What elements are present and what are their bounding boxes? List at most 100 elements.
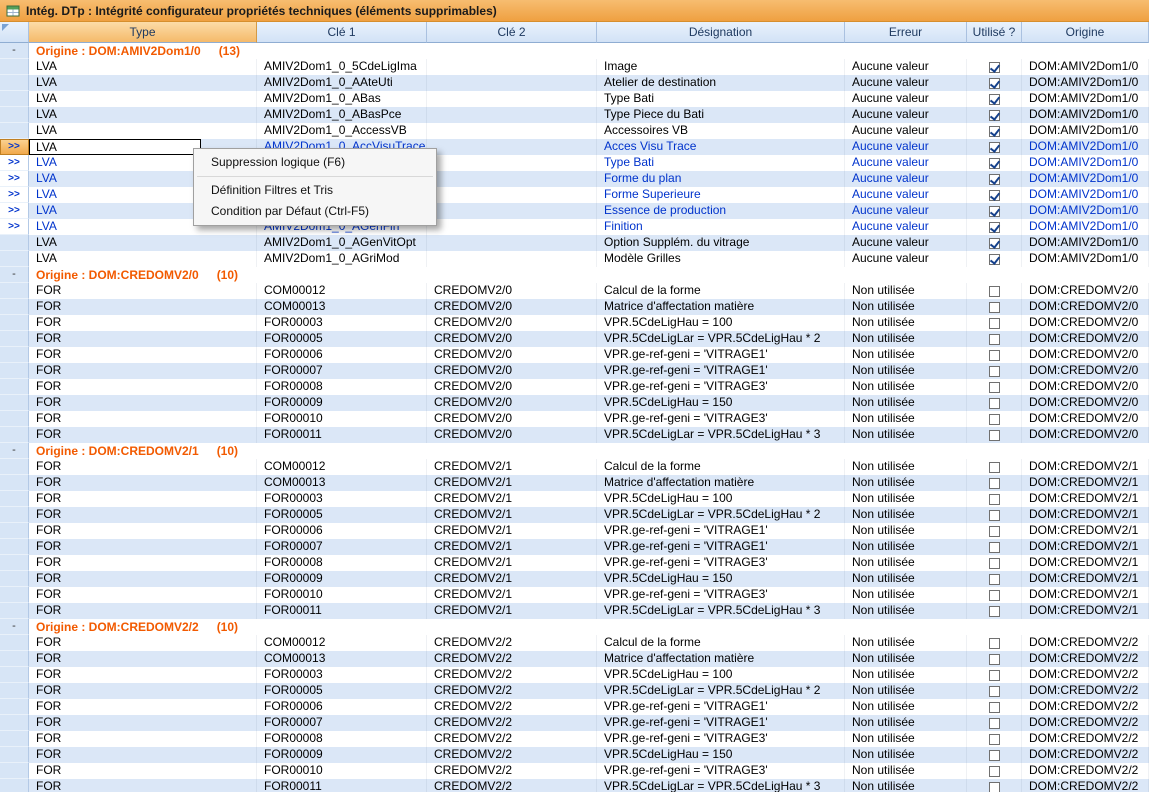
cell-erreur[interactable]: Non utilisée [845, 331, 967, 347]
cell-cle2[interactable]: CREDOMV2/1 [427, 571, 597, 587]
cell-origine[interactable]: DOM:CREDOMV2/1 [1022, 523, 1149, 539]
cell-origine[interactable]: DOM:CREDOMV2/2 [1022, 731, 1149, 747]
cell-origine[interactable]: DOM:CREDOMV2/0 [1022, 363, 1149, 379]
cell-type[interactable]: LVA [29, 235, 257, 251]
cell-erreur[interactable]: Non utilisée [845, 315, 967, 331]
cell-cle2[interactable]: CREDOMV2/0 [427, 315, 597, 331]
cell-erreur[interactable]: Aucune valeur [845, 235, 967, 251]
cell-type[interactable]: LVA [29, 75, 257, 91]
row-selector[interactable] [0, 427, 29, 443]
cell-designation[interactable]: Type Bati [597, 91, 845, 107]
cell-type[interactable]: FOR [29, 747, 257, 763]
cell-type[interactable]: LVA [29, 107, 257, 123]
cell-type[interactable]: FOR [29, 603, 257, 619]
used-checkbox[interactable] [989, 126, 1000, 137]
row-selector[interactable] [0, 491, 29, 507]
cell-cle2[interactable]: CREDOMV2/1 [427, 539, 597, 555]
row-selector[interactable] [0, 555, 29, 571]
row-selector[interactable] [0, 747, 29, 763]
cell-cle2[interactable]: CREDOMV2/2 [427, 763, 597, 779]
cell-origine[interactable]: DOM:AMIV2Dom1/0 [1022, 235, 1149, 251]
cell-cle2[interactable]: CREDOMV2/1 [427, 555, 597, 571]
cell-origine[interactable]: DOM:CREDOMV2/2 [1022, 667, 1149, 683]
cell-erreur[interactable]: Non utilisée [845, 283, 967, 299]
cell-type[interactable]: FOR [29, 715, 257, 731]
group-collapse-toggle[interactable]: - [0, 619, 29, 635]
cell-type[interactable]: FOR [29, 395, 257, 411]
cell-designation[interactable]: VPR.5CdeLigHau = 150 [597, 571, 845, 587]
cell-origine[interactable]: DOM:CREDOMV2/0 [1022, 347, 1149, 363]
row-selector[interactable] [0, 331, 29, 347]
cell-cle1[interactable]: FOR00011 [257, 779, 427, 792]
cell-erreur[interactable]: Non utilisée [845, 763, 967, 779]
cell-origine[interactable]: DOM:CREDOMV2/0 [1022, 427, 1149, 443]
cell-designation[interactable]: Accessoires VB [597, 123, 845, 139]
cell-origine[interactable]: DOM:AMIV2Dom1/0 [1022, 91, 1149, 107]
cell-cle2[interactable]: CREDOMV2/0 [427, 283, 597, 299]
cell-designation[interactable]: Essence de production [597, 203, 845, 219]
cell-cle1[interactable]: FOR00008 [257, 731, 427, 747]
used-checkbox[interactable] [989, 638, 1000, 649]
cell-cle2[interactable] [427, 59, 597, 75]
cell-cle2[interactable] [427, 235, 597, 251]
cell-cle2[interactable]: CREDOMV2/0 [427, 395, 597, 411]
cell-cle1[interactable]: FOR00007 [257, 539, 427, 555]
row-selector[interactable] [0, 123, 29, 139]
row-selector[interactable]: >> [0, 171, 29, 187]
used-checkbox[interactable] [989, 174, 1000, 185]
cell-cle1[interactable]: FOR00010 [257, 587, 427, 603]
cell-type[interactable]: FOR [29, 731, 257, 747]
cell-editor[interactable]: LVA [29, 139, 201, 155]
cell-origine[interactable]: DOM:CREDOMV2/2 [1022, 715, 1149, 731]
cell-type[interactable]: FOR [29, 379, 257, 395]
cell-erreur[interactable]: Aucune valeur [845, 203, 967, 219]
used-checkbox[interactable] [989, 158, 1000, 169]
cell-cle1[interactable]: AMIV2Dom1_0_ABasPce [257, 107, 427, 123]
cell-origine[interactable]: DOM:AMIV2Dom1/0 [1022, 155, 1149, 171]
cell-type[interactable]: FOR [29, 491, 257, 507]
cell-designation[interactable]: VPR.5CdeLigLar = VPR.5CdeLigHau * 3 [597, 603, 845, 619]
used-checkbox[interactable] [989, 302, 1000, 313]
cell-designation[interactable]: VPR.5CdeLigLar = VPR.5CdeLigHau * 2 [597, 331, 845, 347]
column-header-cle1[interactable]: Clé 1 [257, 22, 427, 43]
cell-type[interactable]: FOR [29, 363, 257, 379]
used-checkbox[interactable] [989, 526, 1000, 537]
cell-cle2[interactable]: CREDOMV2/0 [427, 347, 597, 363]
cell-type[interactable]: FOR [29, 523, 257, 539]
menu-item-suppression-logique[interactable]: Suppression logique (F6) [195, 152, 435, 173]
cell-erreur[interactable]: Non utilisée [845, 731, 967, 747]
menu-item-definition-filtres-et-tris[interactable]: Définition Filtres et Tris [195, 180, 435, 201]
cell-type[interactable]: FOR [29, 667, 257, 683]
used-checkbox[interactable] [989, 62, 1000, 73]
cell-erreur[interactable]: Non utilisée [845, 555, 967, 571]
cell-erreur[interactable]: Non utilisée [845, 715, 967, 731]
cell-erreur[interactable]: Aucune valeur [845, 187, 967, 203]
cell-origine[interactable]: DOM:CREDOMV2/2 [1022, 699, 1149, 715]
row-selector[interactable] [0, 379, 29, 395]
cell-erreur[interactable]: Aucune valeur [845, 155, 967, 171]
cell-origine[interactable]: DOM:CREDOMV2/0 [1022, 395, 1149, 411]
cell-cle1[interactable]: COM00013 [257, 475, 427, 491]
cell-cle1[interactable]: COM00012 [257, 283, 427, 299]
row-selector[interactable] [0, 91, 29, 107]
cell-type[interactable]: FOR [29, 283, 257, 299]
row-selector[interactable] [0, 251, 29, 267]
used-checkbox[interactable] [989, 670, 1000, 681]
cell-origine[interactable]: DOM:CREDOMV2/0 [1022, 331, 1149, 347]
cell-origine[interactable]: DOM:CREDOMV2/2 [1022, 747, 1149, 763]
cell-cle1[interactable]: FOR00006 [257, 523, 427, 539]
used-checkbox[interactable] [989, 590, 1000, 601]
cell-cle2[interactable]: CREDOMV2/0 [427, 363, 597, 379]
cell-cle1[interactable]: FOR00008 [257, 555, 427, 571]
cell-cle1[interactable]: FOR00010 [257, 411, 427, 427]
cell-erreur[interactable]: Non utilisée [845, 411, 967, 427]
cell-cle1[interactable]: FOR00003 [257, 491, 427, 507]
cell-designation[interactable]: VPR.5CdeLigLar = VPR.5CdeLigHau * 3 [597, 427, 845, 443]
row-selector[interactable] [0, 539, 29, 555]
cell-cle2[interactable]: CREDOMV2/2 [427, 715, 597, 731]
cell-erreur[interactable]: Non utilisée [845, 523, 967, 539]
cell-origine[interactable]: DOM:CREDOMV2/1 [1022, 571, 1149, 587]
cell-cle2[interactable]: CREDOMV2/1 [427, 459, 597, 475]
cell-designation[interactable]: Image [597, 59, 845, 75]
cell-cle1[interactable]: FOR00008 [257, 379, 427, 395]
